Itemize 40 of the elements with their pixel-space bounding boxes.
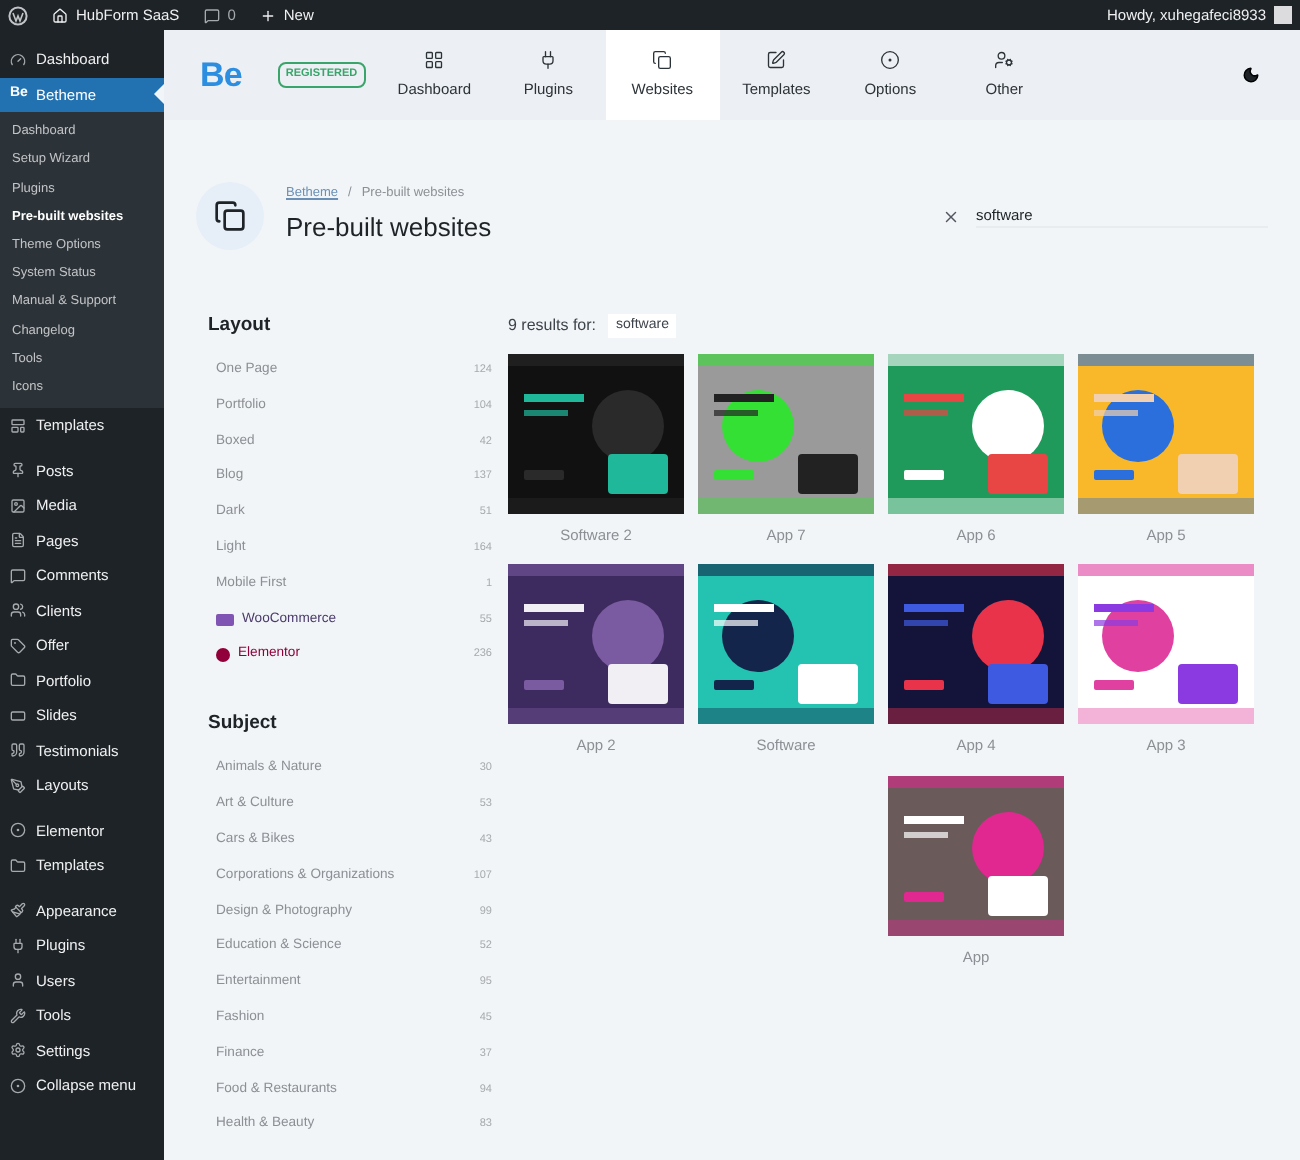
menu-icon [10,707,26,724]
menu-icon [10,602,26,619]
home-icon[interactable] [52,7,68,23]
clear-search-icon[interactable] [942,207,960,225]
tab-icon [652,49,673,70]
tab-icon [766,49,787,70]
menu-icon [10,777,26,794]
menu-icon [10,822,26,839]
results-count: 9 results for: [508,314,597,338]
menu-icon [10,1007,26,1024]
menu-icon [10,857,26,874]
tab-icon [880,49,901,70]
menu-icon [10,497,26,514]
menu-icon [10,937,26,954]
menu-icon [10,417,26,434]
menu-icon [10,672,26,689]
menu-icon [10,532,26,549]
menu-icon [10,567,26,584]
plus-icon[interactable] [259,7,276,23]
woo-icon [216,613,234,626]
menu-icon [10,637,26,654]
logo-icon[interactable] [8,5,28,25]
tab-icon [994,49,1015,70]
filter-heading: Layout [208,312,273,340]
page-title: Pre-built websites [286,210,492,247]
comment-icon[interactable] [203,7,220,23]
tab-icon [424,49,445,70]
elementor-icon [216,648,230,663]
menu-icon [10,1077,26,1094]
logo: Be [200,53,242,98]
dark-mode-icon[interactable] [1242,66,1260,84]
menu-icon [10,902,26,919]
menu-icon [10,742,26,759]
menu-icon [10,51,26,68]
page-icon [196,182,264,250]
menu-icon [10,1042,26,1059]
filter-heading: Subject [208,710,279,739]
menu-icon [10,462,26,479]
tab-icon [538,49,559,70]
menu-icon [10,972,26,989]
